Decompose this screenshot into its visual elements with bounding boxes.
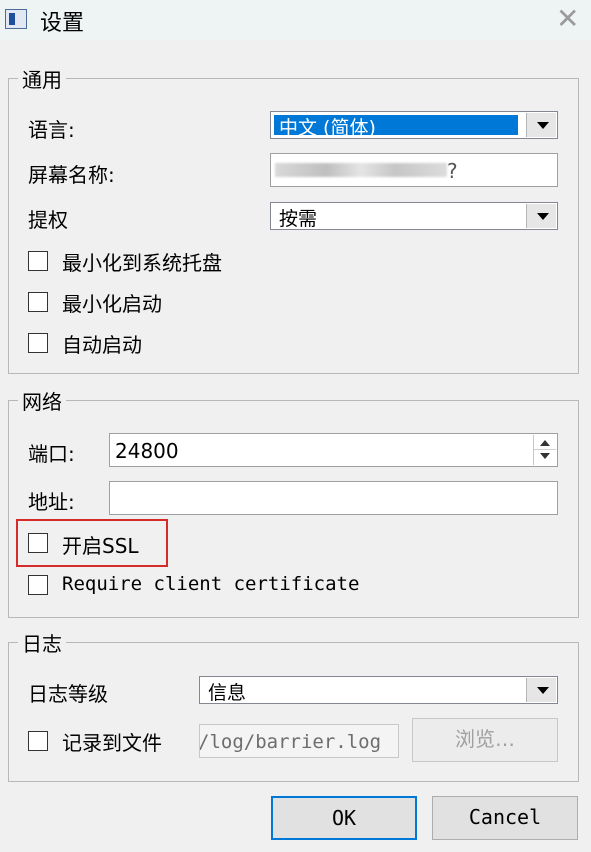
chevron-down-icon[interactable]: [526, 113, 556, 137]
enable-ssl-label[interactable]: 开启SSL: [62, 530, 139, 559]
require-cert-checkbox[interactable]: [28, 575, 48, 595]
port-value: 24800: [115, 439, 179, 463]
spin-up-icon[interactable]: [540, 440, 550, 446]
port-spinbox[interactable]: 24800: [109, 433, 558, 467]
address-label: 地址:: [28, 490, 75, 514]
screen-name-suffix: ?: [447, 159, 458, 183]
screen-name-label: 屏幕名称:: [28, 163, 115, 187]
spin-buttons[interactable]: [533, 435, 556, 465]
log-legend: 日志: [18, 628, 66, 657]
minimize-to-tray-label[interactable]: 最小化到系统托盘: [62, 247, 222, 276]
start-minimized-label[interactable]: 最小化启动: [62, 288, 162, 317]
log-level-value: 信息: [208, 682, 247, 704]
window-title: 设置: [40, 11, 85, 36]
language-value: 中文 (简体): [279, 117, 376, 139]
spin-divider: [534, 449, 556, 450]
cancel-button[interactable]: Cancel: [432, 796, 578, 840]
start-minimized-checkbox[interactable]: [28, 292, 48, 312]
spin-down-icon[interactable]: [540, 453, 550, 459]
port-label: 端口:: [28, 442, 75, 466]
elevate-value: 按需: [279, 208, 318, 230]
minimize-to-tray-checkbox[interactable]: [28, 251, 48, 271]
general-legend: 通用: [18, 64, 66, 93]
title-bar: 设置 ✕: [0, 0, 591, 40]
elevate-label: 提权: [28, 208, 68, 232]
elevate-select[interactable]: 按需: [270, 202, 558, 230]
chevron-down-icon[interactable]: [526, 678, 556, 702]
close-icon[interactable]: ✕: [556, 2, 579, 35]
enable-ssl-checkbox[interactable]: [28, 533, 48, 553]
screen-name-input[interactable]: ?: [270, 153, 558, 187]
app-icon: [5, 9, 27, 29]
log-level-select[interactable]: 信息: [199, 676, 558, 704]
log-file-path-input[interactable]: /log/barrier.log: [199, 724, 399, 758]
language-label: 语言:: [28, 118, 75, 142]
ok-button[interactable]: OK: [271, 796, 417, 840]
auto-start-checkbox[interactable]: [28, 333, 48, 353]
chevron-down-icon[interactable]: [526, 204, 556, 228]
log-to-file-checkbox[interactable]: [28, 731, 48, 751]
log-level-label: 日志等级: [28, 682, 108, 706]
network-legend: 网络: [18, 386, 66, 415]
log-to-file-label[interactable]: 记录到文件: [62, 727, 162, 756]
browse-button[interactable]: 浏览…: [412, 718, 558, 762]
auto-start-label[interactable]: 自动启动: [62, 329, 142, 358]
log-file-path-value: /log/barrier.log: [199, 731, 382, 753]
require-cert-label[interactable]: Require client certificate: [62, 573, 359, 595]
address-input[interactable]: [109, 481, 558, 515]
redacted-text: [275, 163, 447, 177]
language-select[interactable]: 中文 (简体): [270, 111, 558, 139]
